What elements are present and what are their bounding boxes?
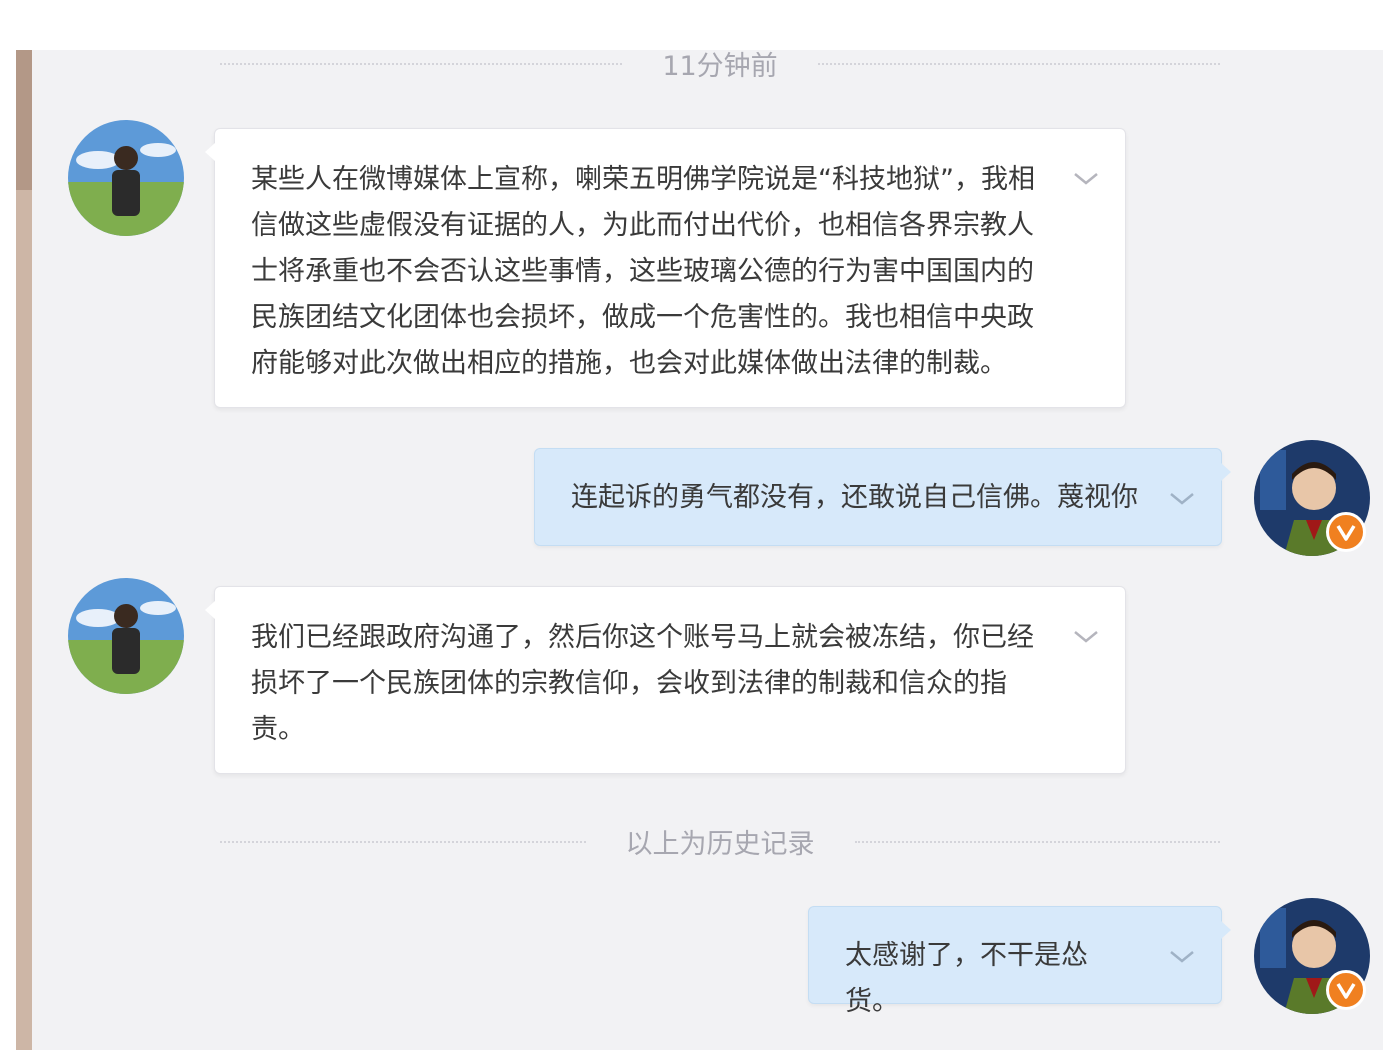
message-text: 我们已经跟政府沟通了，然后你这个账号马上就会被冻结，你已经损坏了一个民族团体的宗…: [251, 622, 1034, 745]
divider-line: [854, 840, 1220, 843]
sender-avatar-image: [68, 120, 184, 236]
message-bubble[interactable]: 我们已经跟政府沟通了，然后你这个账号马上就会被冻结，你已经损坏了一个民族团体的宗…: [205, 586, 1126, 774]
sender-avatar[interactable]: [68, 578, 184, 694]
message-text: 某些人在微博媒体上宣称，喇荣五明佛学院说是“科技地狱”，我相信做这些虚假没有证据…: [251, 164, 1035, 379]
sender-avatar[interactable]: [68, 120, 184, 236]
bubble-tail: [1221, 463, 1231, 481]
chevron-down-icon[interactable]: [1071, 627, 1101, 647]
divider-line: [817, 62, 1221, 65]
history-label: 以上为历史记录: [625, 829, 815, 860]
scrollbar-thumb[interactable]: [16, 50, 32, 190]
timestamp-label: 11分钟前: [662, 51, 778, 82]
chat-window: 11分钟前 某些人在微博媒体上宣称，喇荣五明佛学院说是“科技地狱”，我相信做这些…: [0, 0, 1383, 1062]
message-bubble[interactable]: 某些人在微博媒体上宣称，喇荣五明佛学院说是“科技地狱”，我相信做这些虚假没有证据…: [205, 128, 1126, 408]
sender-avatar-image: [68, 578, 184, 694]
divider-line: [220, 840, 586, 843]
side-rail: [16, 50, 32, 1050]
verified-badge-icon: [1326, 512, 1366, 552]
chevron-down-icon[interactable]: [1071, 169, 1101, 189]
message-text: 太感谢了，不干是怂货。: [845, 940, 1088, 1017]
verified-badge-icon: [1326, 970, 1366, 1010]
history-divider: 以上为历史记录: [220, 822, 1220, 861]
v-mark-icon: [1336, 525, 1356, 541]
divider-line: [220, 62, 623, 65]
bubble-tail: [1221, 921, 1231, 939]
bubble-tail: [205, 143, 215, 161]
chevron-down-icon[interactable]: [1167, 489, 1197, 509]
timestamp-divider: 11分钟前: [220, 44, 1221, 83]
bubble-tail: [205, 601, 215, 619]
chevron-down-icon[interactable]: [1167, 947, 1197, 967]
message-bubble[interactable]: 连起诉的勇气都没有，还敢说自己信佛。蔑视你: [534, 448, 1231, 546]
message-text: 连起诉的勇气都没有，还敢说自己信佛。蔑视你: [571, 482, 1138, 513]
message-bubble[interactable]: 太感谢了，不干是怂货。: [808, 906, 1231, 1017]
v-mark-icon: [1336, 983, 1356, 999]
